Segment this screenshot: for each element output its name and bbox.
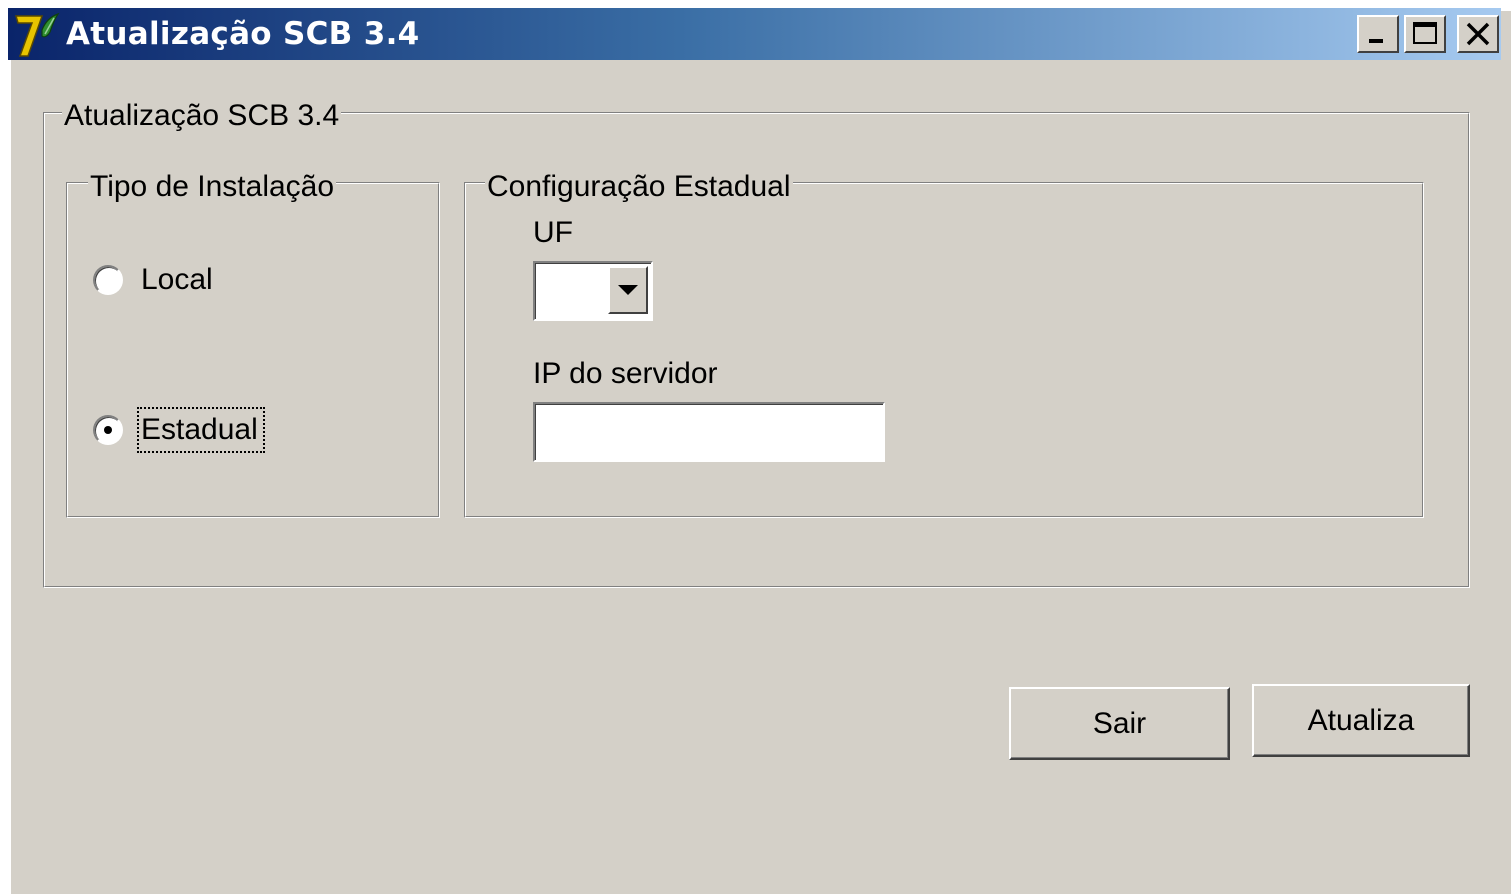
state-config-legend: Configuração Estadual [485, 170, 793, 204]
radio-estadual-label[interactable]: Estadual [141, 413, 258, 447]
radio-selected-dot [104, 426, 112, 434]
close-icon [1466, 22, 1490, 46]
update-button[interactable]: Atualiza [1252, 684, 1470, 757]
install-type-group [66, 182, 440, 518]
ip-label: IP do servidor [533, 357, 718, 390]
minimize-button[interactable] [1357, 15, 1399, 53]
ip-input[interactable] [533, 402, 885, 462]
state-config-group [464, 182, 1424, 518]
install-type-legend: Tipo de Instalação [88, 170, 337, 204]
uf-label: UF [533, 216, 573, 249]
maximize-icon [1413, 22, 1437, 44]
exit-button[interactable]: Sair [1009, 687, 1230, 760]
title-bar[interactable]: Atualização SCB 3.4 [8, 8, 1501, 60]
radio-local[interactable] [93, 265, 123, 295]
window-title: Atualização SCB 3.4 [66, 16, 420, 52]
minimize-icon [1369, 39, 1383, 43]
maximize-button[interactable] [1404, 15, 1446, 53]
uf-dropdown-button[interactable] [608, 266, 648, 314]
radio-local-label[interactable]: Local [141, 263, 213, 297]
main-group-legend: Atualização SCB 3.4 [62, 99, 342, 133]
close-button[interactable] [1457, 15, 1499, 53]
app-7-logo-icon [12, 10, 62, 58]
radio-estadual[interactable] [93, 415, 123, 445]
chevron-down-icon [618, 285, 638, 295]
uf-combobox[interactable] [533, 261, 653, 321]
